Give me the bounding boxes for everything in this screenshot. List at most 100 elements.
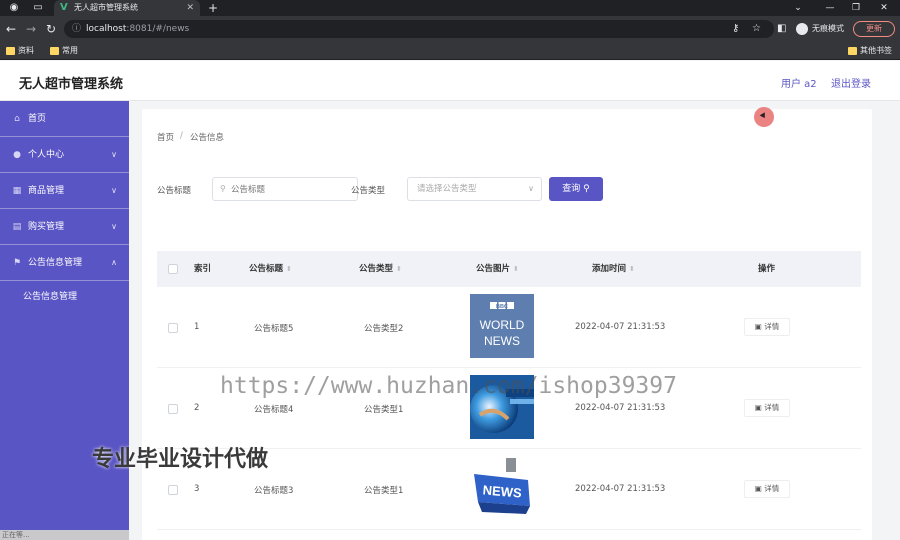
table-header: 索引 公告标题 ⬍ 公告类型 ⬍ 公告图片 ⬍ 添加时间 ⬍ 操作	[157, 251, 861, 287]
breadcrumb-home[interactable]: 首页	[157, 131, 174, 143]
app-header: 无人超市管理系统 用户 a2 退出登录	[0, 61, 900, 101]
app-title: 无人超市管理系统	[19, 77, 124, 92]
detail-icon: ▣	[754, 322, 765, 331]
type-select[interactable]: 请选择公告类型 ∨	[407, 177, 542, 201]
column-header-time[interactable]: 添加时间 ⬍	[592, 251, 635, 287]
incognito-label: 无痕模式	[812, 24, 844, 33]
row-title: 公告标题5	[254, 324, 294, 334]
sidebar-item-personal-center[interactable]: ● 个人中心 ∨	[0, 137, 129, 173]
title-search-input[interactable]	[231, 182, 351, 197]
other-bookmarks-folder[interactable]: 其他书签	[848, 44, 892, 58]
reload-icon[interactable]: ↻	[44, 21, 58, 37]
url-bar[interactable]: ⓘ localhost:8081/#/news	[64, 20, 774, 38]
incognito-icon	[796, 23, 808, 35]
row-checkbox[interactable]	[168, 404, 178, 414]
row-time: 2022-04-07 21:31:53	[575, 403, 666, 413]
sidebar-item-purchase-management[interactable]: ▤ 购买管理 ∨	[0, 209, 129, 245]
tab-group-icon[interactable]: ▭	[32, 2, 44, 14]
bookmark-folder[interactable]: 资料	[6, 44, 34, 58]
bookmark-star-icon[interactable]: ☆	[752, 21, 761, 37]
back-icon[interactable]: ←	[4, 21, 18, 37]
bbc-world-news-image[interactable]: BBC BBC WORLD NEWS	[470, 294, 534, 358]
row-time: 2022-04-07 21:31:53	[575, 322, 666, 332]
news-key-image[interactable]: NEWS	[470, 456, 534, 520]
sidebar-item-label: 公告信息管理	[28, 258, 83, 268]
sidebar-item-label: 个人中心	[28, 150, 65, 160]
title-search-field[interactable]: ⚲	[212, 177, 358, 201]
folder-icon	[6, 47, 15, 55]
detail-button[interactable]: ▣ 详情	[744, 399, 790, 417]
detail-button[interactable]: ▣ 详情	[744, 480, 790, 498]
side-panel-icon[interactable]: ◧	[777, 21, 786, 37]
address-bar-row: ← → ↻ ⓘ localhost:8081/#/news ⚷ ☆ ◧ 无痕模式…	[0, 16, 900, 42]
sort-icon[interactable]: ⬍	[396, 265, 402, 273]
sort-icon[interactable]: ⬍	[513, 265, 519, 273]
browser-menu-icon[interactable]: ◉	[8, 2, 20, 14]
sidebar-item-announcement-management[interactable]: ⚑ 公告信息管理 ∧	[0, 245, 129, 281]
sidebar-item-label: 商品管理	[28, 186, 65, 196]
url-path: :8081/#/news	[126, 24, 190, 34]
column-header-label: 公告类型	[359, 264, 394, 274]
query-button-label: 查询	[562, 184, 581, 194]
main-content: 首页 / 公告信息 公告标题 ⚲ 公告类型 请选择公告类型 ∨ 查询 ⚲ 索引 …	[129, 101, 900, 540]
column-header-action: 操作	[758, 264, 776, 274]
forward-icon[interactable]: →	[24, 21, 38, 37]
chevron-down-icon: ∨	[528, 184, 534, 193]
detail-icon: ▣	[754, 403, 765, 412]
minimize-icon[interactable]: —	[818, 0, 842, 16]
update-button[interactable]: 更新	[853, 21, 895, 37]
sort-icon[interactable]: ⬍	[286, 265, 292, 273]
bbc-world-news-graphic: BBC BBC WORLD NEWS	[470, 294, 534, 358]
site-info-icon[interactable]: ⓘ	[72, 20, 81, 38]
folder-icon	[50, 47, 59, 55]
key-icon[interactable]: ⚷	[732, 21, 739, 37]
column-header-image[interactable]: 公告图片 ⬍	[476, 251, 519, 287]
announcement-panel: 公告标题 ⚲ 公告类型 请选择公告类型 ∨ 查询 ⚲ 索引 公告标题 ⬍ 公告类…	[142, 159, 872, 540]
other-bookmarks-label: 其他书签	[860, 46, 892, 55]
new-tab-button[interactable]: +	[208, 0, 218, 16]
restore-icon[interactable]: ❐	[844, 0, 868, 16]
type-select-placeholder: 请选择公告类型	[417, 184, 477, 194]
row-index: 2	[194, 403, 200, 413]
sidebar-item-home[interactable]: ⌂ 首页	[0, 101, 129, 137]
sidebar-item-label: 购买管理	[28, 222, 65, 232]
detail-icon: ▣	[754, 484, 765, 493]
sort-icon[interactable]: ⬍	[629, 265, 635, 273]
browser-tab[interactable]: V 无人超市管理系统 ✕	[54, 0, 200, 16]
window-close-icon[interactable]: ✕	[872, 0, 896, 16]
breadcrumb-separator: /	[180, 131, 183, 141]
column-header-label: 公告标题	[249, 264, 284, 274]
detail-button[interactable]: ▣ 详情	[744, 318, 790, 336]
column-header-type[interactable]: 公告类型 ⬍	[359, 251, 402, 287]
tab-search-icon[interactable]: ⌄	[786, 0, 810, 16]
select-all-checkbox[interactable]	[168, 264, 178, 274]
bookmark-folder[interactable]: 常用	[50, 44, 78, 58]
purchase-icon: ▤	[12, 222, 22, 232]
user-menu-link[interactable]: 用户 a2	[781, 75, 817, 90]
column-header-title[interactable]: 公告标题 ⬍	[249, 251, 292, 287]
news-text: NEWS	[484, 334, 520, 348]
close-tab-icon[interactable]: ✕	[186, 0, 194, 16]
row-checkbox[interactable]	[168, 485, 178, 495]
table-row: 1 公告标题5 公告类型2 BBC BBC WORLD NEWS 202	[157, 287, 861, 368]
logout-link[interactable]: 退出登录	[831, 75, 871, 90]
user-icon: ●	[13, 150, 21, 160]
sidebar: ⌂ 首页 ● 个人中心 ∨ ▦ 商品管理 ∨ ▤ 购买管理 ∨ ⚑ 公告信息管理…	[0, 101, 129, 540]
search-icon: ⚲	[583, 184, 590, 194]
row-time: 2022-04-07 21:31:53	[575, 484, 666, 494]
sidebar-item-goods-management[interactable]: ▦ 商品管理 ∨	[0, 173, 129, 209]
detail-label: 详情	[764, 403, 780, 412]
search-icon: ⚲	[220, 184, 226, 193]
row-checkbox[interactable]	[168, 323, 178, 333]
chevron-down-icon: ∨	[111, 222, 117, 231]
announcement-icon: ⚑	[12, 258, 22, 268]
sidebar-subitem-announcement-info[interactable]: 公告信息管理	[0, 281, 129, 313]
column-header-index: 索引	[194, 264, 212, 274]
watermark-text: https://www.huzhan.com/ishop39397	[220, 373, 677, 399]
chevron-down-icon: ∨	[111, 150, 117, 159]
query-button[interactable]: 查询 ⚲	[549, 177, 603, 201]
news-key-graphic: NEWS	[470, 456, 534, 520]
incognito-indicator[interactable]: 无痕模式	[796, 21, 844, 37]
detail-label: 详情	[764, 322, 780, 331]
row-title: 公告标题3	[254, 486, 294, 496]
